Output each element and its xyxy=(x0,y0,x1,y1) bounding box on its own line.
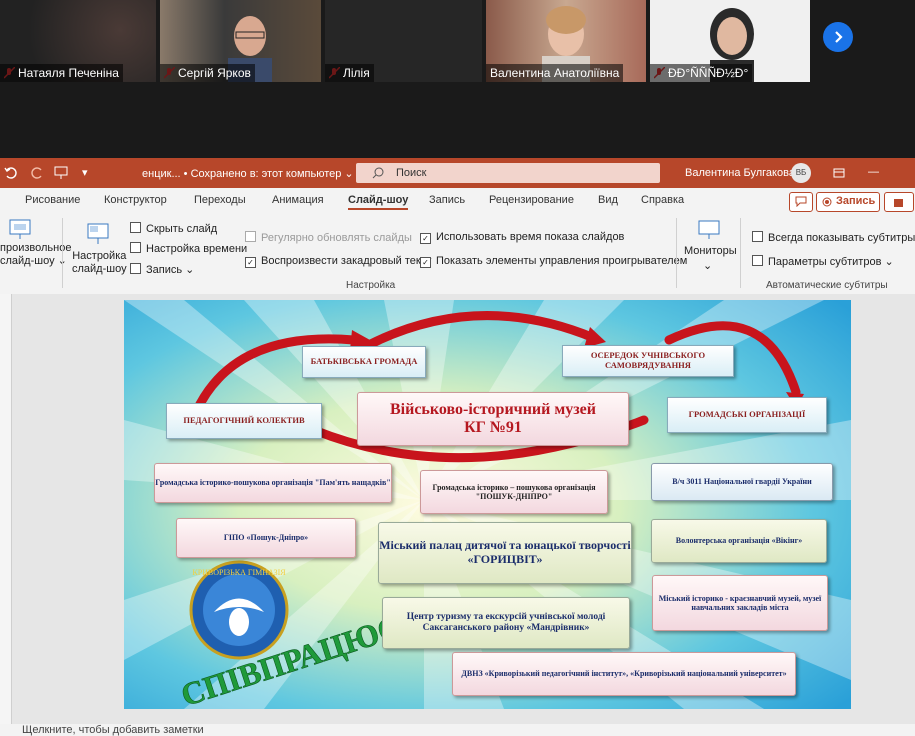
chevron-right-icon xyxy=(835,31,843,43)
record-button-label: Запись xyxy=(836,195,876,207)
chevron-down-icon[interactable]: ⌄ xyxy=(703,259,712,272)
record-label: Запись xyxy=(146,264,183,276)
search-icon xyxy=(372,167,384,179)
user-name[interactable]: Валентина Булгакова xyxy=(685,167,795,179)
monitors-button[interactable]: Мониторы xyxy=(684,245,737,257)
minimize-icon[interactable]: — xyxy=(868,166,879,178)
subtitle-settings-button[interactable]: Параметры субтитров ⌄ xyxy=(752,255,894,268)
ribbon-public-orgs: ГРОМАДСЬКІ ОРГАНІЗАЦІЇ xyxy=(667,397,827,433)
tab-help[interactable]: Справка xyxy=(641,194,684,206)
custom-show-icon[interactable] xyxy=(8,218,34,240)
undo-icon[interactable] xyxy=(4,166,18,180)
timing-icon xyxy=(130,242,141,253)
org-city-museum: Міський історико - краєзнавчий музей, му… xyxy=(652,575,828,631)
setup-show-icon[interactable] xyxy=(86,222,112,246)
use-timings-checkbox[interactable]: ✓ Использовать время показа слайдов xyxy=(420,231,624,244)
share-button[interactable] xyxy=(884,192,914,212)
org-universities: ДВНЗ «Криворізький педагогічний інститут… xyxy=(452,652,796,696)
hide-slide-icon xyxy=(130,222,141,233)
logo-text: КРИВОРІЗЬКА ГІМНАЗІЯ xyxy=(192,568,286,577)
play-narrations-label: Воспроизвести закадровый текст xyxy=(261,255,432,267)
ribbon-tabs: Рисование Конструктор Переходы Анимация … xyxy=(0,188,915,212)
tab-draw[interactable]: Рисование xyxy=(25,194,80,206)
hide-slide-button[interactable]: Скрыть слайд xyxy=(130,222,217,235)
play-narrations-checkbox[interactable]: ✓ Воспроизвести закадровый текст xyxy=(245,255,431,268)
share-icon xyxy=(894,199,903,207)
video-participants-strip: Натаяля Печеніна Сергій Ярков Лілія Вале… xyxy=(0,0,915,158)
participant-name: Лілія xyxy=(325,64,374,82)
document-title[interactable]: енцик... • Сохранено в: этот компьютер ⌄ xyxy=(142,167,354,180)
next-participants-button[interactable] xyxy=(823,22,853,52)
subtitle-settings-label: Параметры субтитров ⌄ xyxy=(768,256,894,268)
ribbon-display-icon[interactable] xyxy=(833,167,845,179)
avatar[interactable]: ВБ xyxy=(791,163,811,183)
gymnasium-logo: КРИВОРІЗЬКА ГІМНАЗІЯ xyxy=(189,560,289,660)
ribbon-teachers: ПЕДАГОГІЧНИЙ КОЛЕКТИВ xyxy=(166,403,322,439)
keep-updated-checkbox[interactable]: Регулярно обновлять слайды xyxy=(245,231,412,244)
record-dropdown-button[interactable]: Запись ⌄ xyxy=(130,263,194,276)
record-small-icon xyxy=(130,263,141,274)
tab-animations[interactable]: Анимация xyxy=(272,194,324,206)
record-button[interactable]: Запись xyxy=(816,192,880,212)
org-poshuk-dnipro: Громадська історико – пошукова організац… xyxy=(420,470,608,514)
ribbon-student-government: ОСЕРЕДОК УЧНІВСЬКОГО САМОВРЯДУВАННЯ xyxy=(562,345,734,377)
search-box[interactable]: Поиск xyxy=(356,163,660,183)
show-media-controls-checkbox[interactable]: ✓ Показать элементы управления проигрыват… xyxy=(420,255,687,268)
ribbon-parents: БАТЬКІВСЬКА ГРОМАДА xyxy=(302,346,426,378)
participant-tile[interactable]: Лілія xyxy=(325,0,482,82)
participant-tile-active[interactable]: Валентина Анатоліївна xyxy=(486,0,646,82)
always-subtitles-label: Всегда показывать субтитры xyxy=(768,232,915,244)
slide[interactable]: КРИВОРІЗЬКА ГІМНАЗІЯ СПІВПРАЦЮЄ Військов… xyxy=(124,300,851,709)
participant-name: Сергій Ярков xyxy=(160,64,255,82)
hide-slide-label: Скрыть слайд xyxy=(146,223,218,235)
museum-title-box: Військово-історичний музей КГ №91 xyxy=(357,392,629,446)
tab-transitions[interactable]: Переходы xyxy=(194,194,246,206)
setup-show-button[interactable]: Настройка слайд-шоу xyxy=(72,250,127,276)
comments-button[interactable] xyxy=(789,192,813,212)
org-gipo-poshuk-dnipro: ГІПО «Пошук-Дніпро» xyxy=(176,518,356,558)
participant-name: Натаяля Печеніна xyxy=(0,64,123,82)
comment-icon xyxy=(795,196,807,207)
tab-slideshow[interactable]: Слайд-шоу xyxy=(348,194,409,210)
group-label-setup: Настройка xyxy=(346,280,396,291)
org-tourism-center: Центр туризму та екскурсій учнівської мо… xyxy=(382,597,630,649)
record-icon xyxy=(822,197,832,207)
monitor-icon[interactable] xyxy=(698,220,720,240)
participant-tile[interactable]: Сергій Ярков xyxy=(160,0,321,82)
participant-name: ÐÐ°ÑÑÑÐ½Ð° xyxy=(650,64,753,82)
rehearse-timings-button[interactable]: Настройка времени xyxy=(130,242,247,255)
title-bar: ▾ енцик... • Сохранено в: этот компьютер… xyxy=(0,158,915,188)
quick-access-menu-icon[interactable]: ▾ xyxy=(82,166,88,179)
redo-icon[interactable] xyxy=(30,166,44,180)
use-timings-label: Использовать время показа слайдов xyxy=(436,231,625,243)
keep-updated-label: Регулярно обновлять слайды xyxy=(261,232,412,244)
org-palace-horytsvit: Міський палац дитячої та юнацької творчо… xyxy=(378,522,632,584)
group-label-subtitles: Автоматические субтитры xyxy=(766,280,888,291)
custom-show-button[interactable]: произвольное слайд-шоу ⌄ xyxy=(0,242,71,268)
org-pamyat-nashchadkiv: Громадська історико-пошукова організація… xyxy=(154,463,392,503)
participant-tile[interactable]: Натаяля Печеніна xyxy=(0,0,156,82)
show-media-controls-label: Показать элементы управления проигрывате… xyxy=(436,255,688,267)
notes-pane[interactable]: Щелкните, чтобы добавить заметки xyxy=(0,724,915,736)
subtitle-settings-icon xyxy=(752,255,763,266)
org-viking: Волонтерська організація «Вікінг» xyxy=(651,519,827,563)
museum-title-line2: КГ №91 xyxy=(464,419,522,436)
org-military-unit-3011: В/ч 3011 Національної гвардії України xyxy=(651,463,833,501)
search-placeholder: Поиск xyxy=(396,167,427,179)
museum-title-line1: Військово-історичний музей xyxy=(389,400,596,418)
tab-review[interactable]: Рецензирование xyxy=(489,194,574,206)
notes-placeholder: Щелкните, чтобы добавить заметки xyxy=(22,724,204,736)
tab-record[interactable]: Запись xyxy=(429,194,465,206)
thumbnail-pane[interactable] xyxy=(0,294,12,736)
ribbon-slideshow: произвольное слайд-шоу ⌄ Настройка слайд… xyxy=(0,212,915,295)
present-from-start-icon[interactable] xyxy=(54,166,68,180)
tab-design[interactable]: Конструктор xyxy=(104,194,167,206)
participant-tile[interactable]: ÐÐ°ÑÑÑÐ½Ð° xyxy=(650,0,810,82)
timing-label: Настройка времени xyxy=(146,243,248,255)
tab-view[interactable]: Вид xyxy=(598,194,618,206)
always-subtitles-checkbox[interactable]: Всегда показывать субтитры xyxy=(752,231,915,244)
participant-name: Валентина Анатоліївна xyxy=(486,64,624,82)
